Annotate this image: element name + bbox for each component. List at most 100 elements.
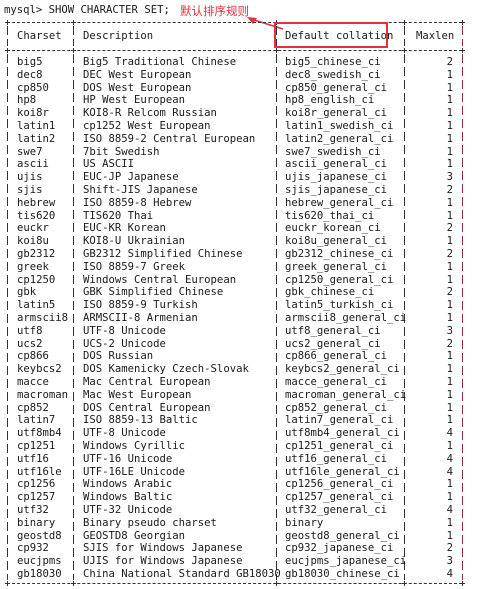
cell-description: HP West European	[83, 94, 186, 107]
cell-description: GEOSTD8 Georgian	[83, 529, 186, 542]
table-row: ujis EUC-JP Japanese ujis_japanese_ci 3	[0, 171, 470, 184]
cell-default-collation: latin1_swedish_ci	[285, 120, 394, 132]
table-row: euckr EUC-KR Korean euckr_korean_ci 2	[0, 222, 470, 235]
cell-default-collation: dec8_swedish_ci	[285, 68, 381, 81]
cell-description: KOI8-U Ukrainian	[83, 235, 186, 248]
cell-charset: latin2	[17, 132, 56, 145]
table-row: geostd8 GEOSTD8 Georgian geostd8_general_c…	[0, 530, 470, 543]
cell-default-collation: koi8u_general_ci	[285, 235, 388, 248]
cell-default-collation: tis620_thai_ci	[285, 209, 375, 222]
cell-default-collation: cp932_japanese_ci	[285, 542, 394, 555]
cell-charset: big5	[17, 56, 43, 68]
cell-description: ISO 8859-13 Baltic	[83, 414, 198, 427]
default-collation-highlight	[274, 22, 388, 48]
cell-default-collation: euckr_korean_ci	[285, 222, 381, 235]
cell-maxlen: 1	[446, 299, 453, 312]
cell-default-collation: ucs2_general_ci	[285, 337, 381, 350]
cell-default-collation: utf8mb4_general_ci	[285, 427, 400, 440]
cell-maxlen: 1	[446, 376, 453, 388]
table-row: latin7 ISO 8859-13 Baltic latin7_general_c…	[0, 414, 470, 427]
table-row: hebrew ISO 8859-8 Hebrew hebrew_general_ci…	[0, 197, 470, 210]
cell-maxlen: 1	[446, 235, 453, 248]
cell-default-collation: macroman_general_ci	[285, 388, 407, 401]
table-row: tis620 TIS620 Thai tis620_thai_ci 1	[0, 210, 470, 223]
cell-default-collation: latin7_general_ci	[285, 414, 394, 427]
cell-maxlen: 2	[446, 56, 453, 68]
cell-default-collation: gb2312_chinese_ci	[285, 248, 394, 260]
cell-description: GBK Simplified Chinese	[83, 286, 224, 299]
cell-charset: ascii	[17, 158, 49, 171]
cell-maxlen: 2	[446, 542, 453, 555]
cell-maxlen: 4	[446, 465, 453, 478]
cell-description: SJIS for Windows Japanese	[83, 542, 243, 555]
cell-default-collation: cp1250_general_ci	[285, 273, 394, 286]
cell-charset: cp852	[17, 401, 49, 414]
header-description: Description	[83, 30, 154, 42]
table-corner	[71, 48, 76, 53]
cell-maxlen: 4	[446, 504, 453, 516]
cell-maxlen: 1	[446, 81, 453, 94]
cell-charset: hp8	[17, 94, 37, 107]
table-header-row: Charset Description Default collation Ma…	[0, 30, 470, 43]
cell-description: Windows Baltic	[83, 491, 173, 504]
cell-default-collation: binary	[285, 516, 324, 529]
cell-maxlen: 2	[446, 248, 453, 260]
cell-description: ISO 8859-2 Central European	[83, 132, 256, 145]
table-row: cp932 SJIS for Windows Japanese cp932_japa…	[0, 542, 470, 555]
cell-default-collation: cp852_general_ci	[285, 401, 388, 414]
table-row: swe7 7bit Swedish swe7_swedish_ci 1	[0, 146, 470, 159]
table-row: hp8 HP West European hp8_english_ci 1	[0, 94, 470, 107]
cell-description: DEC West European	[83, 68, 192, 81]
cell-charset: latin5	[17, 299, 56, 312]
cell-charset: sjis	[17, 184, 43, 196]
table-row: cp1251 Windows Cyrillic cp1251_general_ci 1	[0, 440, 470, 453]
cell-charset: macroman	[17, 388, 69, 401]
table-row: latin2 ISO 8859-2 Central European latin2_…	[0, 133, 470, 146]
cell-default-collation: utf16le_general_ci	[285, 465, 400, 478]
cell-maxlen: 1	[446, 273, 453, 286]
table-row: armscii8 ARMSCII-8 Armenian armscii8_gener…	[0, 312, 470, 325]
table-row: macroman Mac West European macroman_genera…	[0, 389, 470, 402]
cell-maxlen: 4	[446, 427, 453, 440]
cell-description: DOS Russian	[83, 350, 154, 363]
table-row: utf8mb4 UTF-8 Unicode utf8mb4_general_ci 4	[0, 427, 470, 440]
cell-charset: utf8mb4	[17, 427, 62, 440]
cell-charset: armscii8	[17, 312, 69, 324]
table-corner	[274, 48, 279, 53]
table-row: macce Mac Central European macce_general_c…	[0, 376, 470, 389]
cell-maxlen: 3	[446, 555, 453, 568]
cell-charset: cp866	[17, 350, 49, 363]
table-row: utf16 UTF-16 Unicode utf16_general_ci 4	[0, 453, 470, 466]
cell-maxlen: 1	[446, 440, 453, 452]
cell-description: UCS-2 Unicode	[83, 337, 166, 350]
table-corner	[402, 580, 407, 586]
table-row: utf32 UTF-32 Unicode utf32_general_ci 4	[0, 504, 470, 517]
cell-default-collation: swe7_swedish_ci	[285, 145, 381, 158]
cell-maxlen: 1	[446, 209, 453, 222]
cell-charset: tis620	[17, 209, 56, 222]
cell-description: Windows Arabic	[83, 478, 173, 491]
cell-default-collation: hp8_english_ci	[285, 94, 375, 107]
cell-default-collation: ascii_general_ci	[285, 158, 388, 171]
table-row: eucjpms UJIS for Windows Japanese eucjpms_…	[0, 555, 470, 568]
cell-default-collation: big5_chinese_ci	[285, 56, 381, 68]
cell-description: Shift-JIS Japanese	[83, 184, 198, 196]
cell-description: ISO 8859-8 Hebrew	[83, 196, 192, 209]
cell-charset: utf32	[17, 504, 49, 516]
cell-description: UJIS for Windows Japanese	[83, 555, 243, 568]
table-row: utf8 UTF-8 Unicode utf8_general_ci 3	[0, 325, 470, 338]
cell-charset: dec8	[17, 68, 43, 81]
cell-charset: cp1251	[17, 440, 56, 452]
cell-maxlen: 1	[446, 94, 453, 107]
cell-maxlen: 2	[446, 222, 453, 235]
cell-maxlen: 2	[446, 286, 453, 299]
cell-charset: cp932	[17, 542, 49, 555]
cell-charset: ujis	[17, 171, 43, 184]
table-row: cp1250 Windows Central European cp1250_gen…	[0, 274, 470, 287]
cell-default-collation: utf32_general_ci	[285, 504, 388, 516]
cell-default-collation: eucjpms_japanese_ci	[285, 555, 407, 568]
table-row: sjis Shift-JIS Japanese sjis_japanese_ci 2	[0, 184, 470, 197]
cell-default-collation: latin5_turkish_ci	[285, 299, 394, 312]
table-row: gbk GBK Simplified Chinese gbk_chinese_ci 2	[0, 286, 470, 299]
cell-default-collation: utf16_general_ci	[285, 452, 388, 465]
